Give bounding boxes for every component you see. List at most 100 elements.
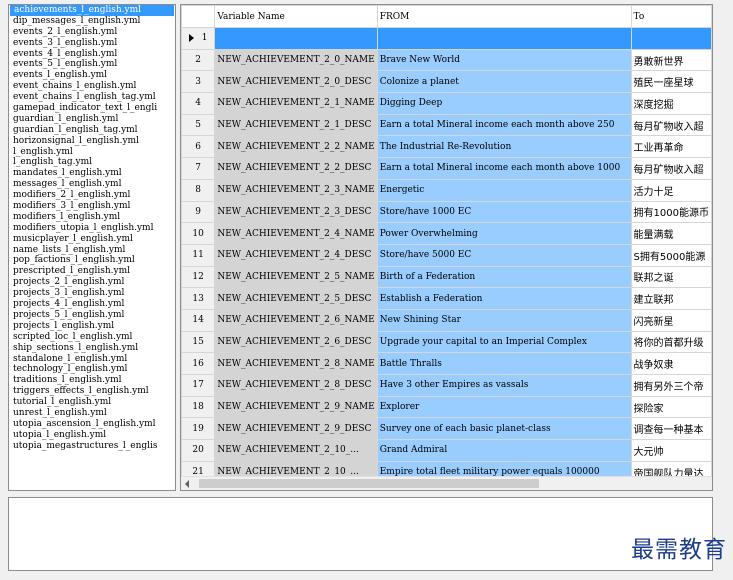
file-list-item[interactable]: achievements_l_english.yml xyxy=(10,5,174,16)
file-list-item[interactable]: musicplayer_l_english.yml xyxy=(9,234,175,245)
table-row[interactable]: 18 NEW_ACHIEVEMENT_2_9_NAME Explorer 探险家 xyxy=(181,395,712,419)
row-number[interactable]: 10 xyxy=(181,222,216,245)
cell-variable-name[interactable] xyxy=(214,27,378,50)
file-list-item[interactable]: dip_messages_l_english.yml xyxy=(9,16,175,27)
table-row[interactable]: 10 NEW_ACHIEVEMENT_2_4_NAME Power Overwhel… xyxy=(181,222,712,245)
cell-from[interactable] xyxy=(376,27,632,50)
table-row[interactable]: 17 NEW_ACHIEVEMENT_2_8_DESC Have 3 other E… xyxy=(181,374,712,397)
file-list-item[interactable]: prescripted_l_english.yml xyxy=(9,266,175,277)
row-number[interactable]: 3 xyxy=(181,70,216,94)
column-header-from[interactable]: FROM xyxy=(376,5,632,28)
file-list-item[interactable]: events_4_l_english.yml xyxy=(9,49,175,60)
file-list-item[interactable]: modifiers_l_english.yml xyxy=(9,212,175,223)
cell-to[interactable]: 探险家 xyxy=(630,395,712,419)
cell-variable-name[interactable]: NEW_ACHIEVEMENT_2_4_DESC xyxy=(214,243,378,267)
file-list-item[interactable]: l_english_tag.yml xyxy=(9,157,175,168)
table-row[interactable]: 5 NEW_ACHIEVEMENT_2_1_DESC Earn a total Mi… xyxy=(181,113,712,137)
cell-to[interactable]: 勇敢新世界 xyxy=(630,48,712,72)
row-number[interactable]: 5 xyxy=(181,113,216,137)
cell-from[interactable]: Brave New World xyxy=(376,48,632,72)
file-list-item[interactable]: utopia_l_english.yml xyxy=(9,430,175,441)
cell-variable-name[interactable]: NEW_ACHIEVEMENT_2_2_DESC xyxy=(214,157,378,180)
cell-variable-name[interactable]: NEW_ACHIEVEMENT_2_0_DESC xyxy=(214,70,378,94)
cell-from[interactable]: Energetic xyxy=(376,178,632,202)
file-list-item[interactable]: modifiers_2_l_english.yml xyxy=(9,190,175,201)
table-row[interactable]: 2 NEW_ACHIEVEMENT_2_0_NAME Brave New World… xyxy=(181,48,712,72)
row-number[interactable]: 13 xyxy=(181,287,216,310)
cell-variable-name[interactable]: NEW_ACHIEVEMENT_2_3_DESC xyxy=(214,200,378,224)
file-list-item[interactable]: events_2_l_english.yml xyxy=(9,27,175,38)
table-row[interactable]: 4 NEW_ACHIEVEMENT_2_1_NAME Digging Deep 深度挖… xyxy=(181,92,712,115)
file-list-item[interactable]: utopia_ascension_l_english.yml xyxy=(9,419,175,430)
cell-variable-name[interactable]: NEW_ACHIEVEMENT_2_3_NAME xyxy=(214,178,378,202)
table-row[interactable]: 7 NEW_ACHIEVEMENT_2_2_DESC Earn a total Mi… xyxy=(181,157,712,180)
file-list-item[interactable]: standalone_l_english.yml xyxy=(9,354,175,365)
file-list-item[interactable]: gamepad_indicator_text_l_engli xyxy=(9,103,175,114)
cell-variable-name[interactable]: NEW_ACHIEVEMENT_2_9_NAME xyxy=(214,395,378,419)
cell-to[interactable]: 深度挖掘 xyxy=(630,92,712,115)
table-row[interactable]: 14 NEW_ACHIEVEMENT_2_6_NAME New Shining St… xyxy=(181,308,712,332)
cell-variable-name[interactable]: NEW_ACHIEVEMENT_2_1_DESC xyxy=(214,113,378,137)
row-number[interactable]: 19 xyxy=(181,417,216,441)
row-number[interactable]: 18 xyxy=(181,395,216,419)
cell-from[interactable]: Battle Thralls xyxy=(376,352,632,375)
row-number[interactable]: 20 xyxy=(181,439,216,462)
row-number[interactable]: 11 xyxy=(181,243,216,267)
row-number[interactable]: 2 xyxy=(181,48,216,72)
scrollbar-thumb[interactable] xyxy=(199,479,539,488)
cell-from[interactable]: Store/have 1000 EC xyxy=(376,200,632,224)
row-number[interactable]: 9 xyxy=(181,200,216,224)
cell-from[interactable]: Colonize a planet xyxy=(376,70,632,94)
file-list-item[interactable]: unrest_l_english.yml xyxy=(9,408,175,419)
cell-from[interactable]: Power Overwhelming xyxy=(376,222,632,245)
cell-from[interactable]: Birth of a Federation xyxy=(376,265,632,289)
file-list-item[interactable]: guardian_l_english.yml xyxy=(9,114,175,125)
cell-variable-name[interactable]: NEW_ACHIEVEMENT_2_1_NAME xyxy=(214,92,378,115)
cell-to[interactable]: 将你的首都升级 xyxy=(630,330,712,354)
file-list-item[interactable]: guardian_l_english_tag.yml xyxy=(9,125,175,136)
table-row[interactable]: 11 NEW_ACHIEVEMENT_2_4_DESC Store/have 500… xyxy=(181,243,712,267)
file-list-item[interactable]: technology_l_english.yml xyxy=(9,364,175,375)
cell-to[interactable]: 战争奴隶 xyxy=(630,352,712,375)
file-list-item[interactable]: pop_factions_l_english.yml xyxy=(9,255,175,266)
cell-to[interactable]: 殖民一座星球 xyxy=(630,70,712,94)
row-number[interactable]: 6 xyxy=(181,135,216,159)
row-number[interactable]: 1 xyxy=(181,27,216,50)
file-list-item[interactable]: horizonsignal_l_english.yml xyxy=(9,136,175,147)
cell-variable-name[interactable]: NEW_ACHIEVEMENT_2_4_NAME xyxy=(214,222,378,245)
table-row[interactable]: 3 NEW_ACHIEVEMENT_2_0_DESC Colonize a plan… xyxy=(181,70,712,94)
file-list-item[interactable]: scripted_loc_l_english.yml xyxy=(9,332,175,343)
cell-to[interactable]: 活力十足 xyxy=(630,178,712,202)
cell-from[interactable]: Earn a total Mineral income each month a… xyxy=(376,157,632,180)
table-row[interactable]: 6 NEW_ACHIEVEMENT_2_2_NAME The Industrial … xyxy=(181,135,712,159)
row-number[interactable]: 7 xyxy=(181,157,216,180)
translation-grid[interactable]: Variable Name FROM To 1 2 NEW_ACHIEVEMENT_… xyxy=(180,4,713,491)
cell-from[interactable]: Grand Admiral xyxy=(376,439,632,462)
file-list-item[interactable]: ship_sections_l_english.yml xyxy=(9,343,175,354)
file-list-item[interactable]: triggers_effects_l_english.yml xyxy=(9,386,175,397)
file-list-item[interactable]: name_lists_l_english.yml xyxy=(9,245,175,256)
cell-from[interactable]: New Shining Star xyxy=(376,308,632,332)
cell-variable-name[interactable]: NEW_ACHIEVEMENT_2_8_NAME xyxy=(214,352,378,375)
file-list-item[interactable]: projects_l_english.yml xyxy=(9,321,175,332)
cell-to[interactable] xyxy=(630,27,712,50)
table-row[interactable]: 12 NEW_ACHIEVEMENT_2_5_NAME Birth of a Fed… xyxy=(181,265,712,289)
row-number[interactable]: 17 xyxy=(181,374,216,397)
cell-to[interactable]: 调查每一种基本 xyxy=(630,417,712,441)
file-list-item[interactable]: projects_2_l_english.yml xyxy=(9,277,175,288)
cell-to[interactable]: 拥有另外三个帝 xyxy=(630,374,712,397)
scroll-left-icon[interactable] xyxy=(185,480,189,488)
row-number[interactable]: 14 xyxy=(181,308,216,332)
cell-variable-name[interactable]: NEW_ACHIEVEMENT_2_5_DESC xyxy=(214,287,378,310)
file-list-item[interactable]: modifiers_3_l_english.yml xyxy=(9,201,175,212)
cell-to[interactable]: 能量满载 xyxy=(630,222,712,245)
output-panel[interactable] xyxy=(8,497,713,571)
file-list-item[interactable]: utopia_megastructures_l_englis xyxy=(9,441,175,452)
table-row[interactable]: 13 NEW_ACHIEVEMENT_2_5_DESC Establish a Fe… xyxy=(181,287,712,310)
file-list-item[interactable]: events_5_l_english.yml xyxy=(9,59,175,70)
file-list-item[interactable]: l_english.yml xyxy=(9,147,175,158)
cell-variable-name[interactable]: NEW_ACHIEVEMENT_2_6_NAME xyxy=(214,308,378,332)
cell-variable-name[interactable]: NEW_ACHIEVEMENT_2_2_NAME xyxy=(214,135,378,159)
cell-from[interactable]: Have 3 other Empires as vassals xyxy=(376,374,632,397)
file-list-item[interactable]: modifiers_utopia_l_english.yml xyxy=(9,223,175,234)
